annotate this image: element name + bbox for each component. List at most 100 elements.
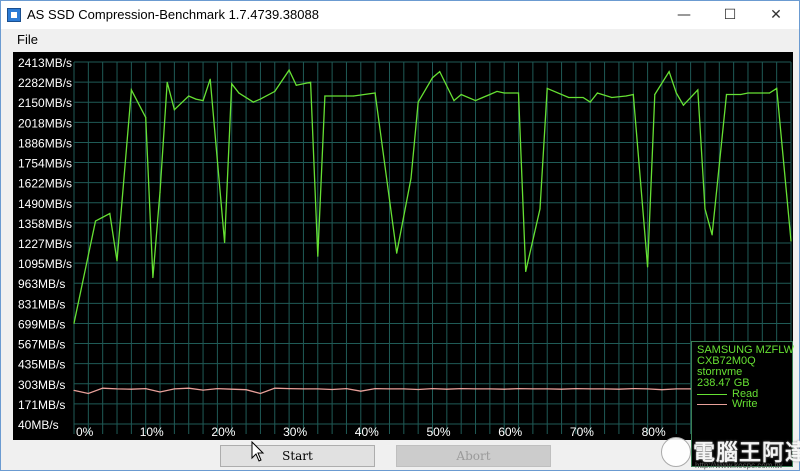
data-point-read: [188, 95, 190, 97]
data-point-read: [152, 276, 154, 279]
data-point-read: [482, 96, 484, 99]
data-point-write: [575, 388, 577, 390]
data-point-write: [73, 389, 75, 392]
menu-file[interactable]: File: [17, 32, 38, 47]
data-point-read: [439, 71, 441, 73]
data-point-write: [474, 388, 477, 390]
data-point-write: [489, 388, 491, 390]
y-tick-label: 1227MB/s: [18, 237, 72, 251]
data-point-write: [116, 388, 118, 390]
data-point-read: [353, 95, 355, 97]
data-point-read: [317, 255, 319, 257]
data-point-write: [145, 388, 147, 390]
chart-svg: 2413MB/s 2282MB/s 2150MB/s 2018MB/s 1886MB/s…: [18, 56, 793, 439]
data-point-read: [474, 99, 477, 102]
y-tick-label: 567MB/s: [18, 338, 65, 352]
data-point-write: [288, 388, 290, 390]
close-button[interactable]: ✕: [753, 1, 799, 29]
data-point-read: [130, 89, 132, 91]
data-point-write: [374, 388, 376, 390]
data-point-write: [503, 388, 505, 390]
data-point-read: [668, 71, 670, 73]
title-bar[interactable]: AS SSD Compression-Benchmark 1.7.4739.38…: [1, 1, 799, 29]
y-tick-label: 2413MB/s: [18, 56, 72, 70]
data-point-read: [489, 93, 491, 96]
data-point-read: [73, 322, 75, 324]
data-point-write: [546, 388, 548, 390]
y-tick-label: 2018MB/s: [18, 116, 72, 130]
data-point-read: [632, 93, 634, 96]
y-tick-label: 1358MB/s: [18, 217, 72, 231]
data-point-write: [431, 388, 434, 390]
minimize-button[interactable]: —: [661, 1, 707, 29]
watermark: 電腦王阿達 http://www.kocpc.com.tw: [659, 435, 800, 471]
data-point-read: [94, 220, 97, 222]
y-tick-label: 1490MB/s: [18, 197, 72, 211]
data-point-read: [310, 81, 312, 83]
data-point-write: [446, 388, 448, 390]
data-point-write: [460, 388, 462, 390]
app-window: AS SSD Compression-Benchmark 1.7.4739.38…: [0, 0, 800, 471]
legend-write-swatch: [697, 404, 727, 405]
abort-button[interactable]: Abort: [396, 445, 551, 467]
data-point-read: [682, 104, 685, 106]
data-point-write: [102, 387, 104, 389]
data-point-write: [517, 388, 520, 390]
data-point-read: [223, 241, 226, 244]
y-tick-label: 435MB/s: [18, 358, 65, 372]
y-tick-label: 1754MB/s: [18, 157, 72, 171]
data-point-read: [252, 101, 254, 103]
data-point-read: [295, 84, 297, 86]
window-title: AS SSD Compression-Benchmark 1.7.4739.38…: [27, 7, 319, 22]
x-tick-label: 0%: [76, 425, 94, 439]
data-point-read: [611, 96, 613, 99]
data-point-read: [740, 93, 742, 96]
data-point-write: [231, 388, 233, 390]
data-point-write: [317, 388, 319, 390]
data-point-read: [166, 81, 168, 83]
data-point-read: [116, 260, 118, 262]
data-point-read: [345, 95, 348, 97]
y-tick-label: 40MB/s: [18, 418, 59, 432]
y-tick-label: 2150MB/s: [18, 96, 72, 110]
data-point-read: [145, 116, 147, 118]
maximize-button[interactable]: ☐: [707, 1, 753, 29]
data-point-read: [697, 89, 699, 91]
data-point-read: [768, 92, 771, 94]
x-tick-label: 10%: [140, 425, 164, 439]
data-point-read: [647, 266, 649, 268]
x-tick-label: 60%: [498, 425, 522, 439]
start-button[interactable]: Start: [220, 445, 375, 467]
data-point-read: [238, 92, 240, 94]
data-point-write: [259, 392, 262, 395]
data-point-write: [202, 389, 204, 391]
y-tick-label: 171MB/s: [18, 398, 65, 412]
data-point-read: [525, 270, 527, 273]
data-point-read: [725, 93, 728, 96]
data-point-read: [202, 99, 204, 102]
data-point-write: [360, 390, 362, 392]
data-point-read: [517, 92, 520, 94]
data-point-write: [403, 388, 405, 390]
data-point-read: [431, 77, 434, 79]
data-point-write: [618, 388, 620, 390]
mouse-cursor-icon: [251, 441, 265, 462]
data-point-read: [654, 93, 656, 96]
data-point-read: [589, 101, 591, 103]
x-tick-label: 70%: [570, 425, 594, 439]
data-point-read: [374, 92, 376, 94]
data-point-read: [539, 208, 541, 210]
legend-read-swatch: [697, 394, 727, 395]
data-point-read: [259, 98, 262, 100]
y-tick-label: 699MB/s: [18, 317, 65, 331]
data-point-read: [761, 92, 763, 94]
x-tick-label: 50%: [427, 425, 451, 439]
data-point-write: [532, 388, 534, 390]
data-point-write: [675, 388, 677, 390]
data-point-write: [632, 388, 634, 390]
data-point-write: [188, 387, 190, 389]
data-point-read: [231, 83, 233, 85]
data-point-read: [417, 101, 419, 103]
data-point-read: [704, 208, 706, 210]
data-point-read: [453, 99, 455, 102]
